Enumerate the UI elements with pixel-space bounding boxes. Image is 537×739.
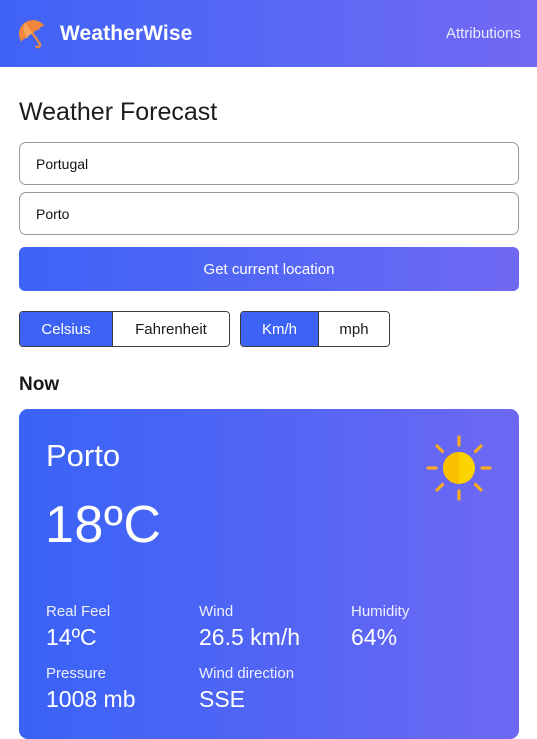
real-feel-label: Real Feel bbox=[46, 603, 111, 620]
celsius-button[interactable]: Celsius bbox=[20, 312, 112, 346]
card-city-name: Porto bbox=[46, 438, 121, 473]
attributions-link[interactable]: Attributions bbox=[446, 25, 521, 42]
temperature-unit-toggle: Celsius Fahrenheit bbox=[19, 311, 230, 347]
city-input[interactable] bbox=[19, 192, 519, 235]
current-weather-card: Porto 18ºC Real Feel 14ºC Wind 26.5 km/h… bbox=[19, 409, 519, 739]
pressure-value: 1008 mb bbox=[46, 686, 136, 712]
brand[interactable]: WeatherWise bbox=[16, 17, 192, 51]
pressure-label: Pressure bbox=[46, 665, 107, 682]
wind-value: 26.5 km/h bbox=[199, 624, 300, 650]
real-feel-value: 14ºC bbox=[46, 624, 97, 650]
wind-direction-value: SSE bbox=[199, 686, 246, 712]
now-section-title: Now bbox=[19, 374, 60, 395]
wind-direction-label: Wind direction bbox=[199, 665, 295, 682]
wind-label: Wind bbox=[199, 603, 234, 620]
umbrella-icon bbox=[19, 19, 45, 48]
brand-name: WeatherWise bbox=[60, 21, 193, 45]
page-title: Weather Forecast bbox=[19, 98, 218, 126]
metric-humidity: Humidity 64% bbox=[351, 603, 501, 651]
metric-wind: Wind 26.5 km/h bbox=[199, 603, 349, 651]
unit-toggles: Celsius Fahrenheit Km/h mph bbox=[19, 311, 519, 347]
main-content: Weather Forecast Get current location Ce… bbox=[19, 96, 519, 397]
country-input[interactable] bbox=[19, 142, 519, 185]
speed-unit-toggle: Km/h mph bbox=[240, 311, 390, 347]
top-navbar: WeatherWise Attributions bbox=[0, 0, 537, 67]
humidity-label: Humidity bbox=[351, 603, 410, 620]
get-current-location-button[interactable]: Get current location bbox=[19, 247, 519, 291]
humidity-value: 64% bbox=[351, 624, 398, 650]
sun-icon bbox=[426, 435, 492, 501]
kmh-button[interactable]: Km/h bbox=[241, 312, 318, 346]
card-temperature: 18ºC bbox=[45, 496, 162, 554]
metric-wind-direction: Wind direction SSE bbox=[199, 665, 349, 713]
metric-real-feel: Real Feel 14ºC bbox=[46, 603, 196, 651]
fahrenheit-button[interactable]: Fahrenheit bbox=[112, 312, 229, 346]
mph-button[interactable]: mph bbox=[318, 312, 389, 346]
metric-pressure: Pressure 1008 mb bbox=[46, 665, 196, 713]
